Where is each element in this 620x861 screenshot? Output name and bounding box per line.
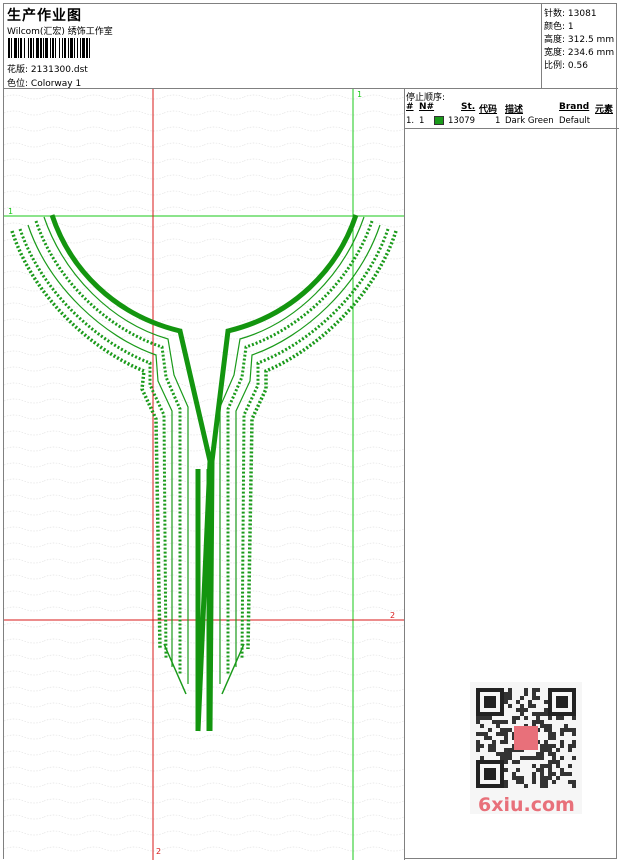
col-header-stitches: St. [461, 102, 476, 112]
guide-label-red-bottom: 2 [156, 847, 162, 856]
row-needle: 1 [419, 116, 425, 126]
row-brand: Default [559, 116, 591, 126]
embroidery-preview [4, 89, 404, 860]
stat-scale-value: 0.56 [567, 61, 588, 71]
watermark-text: 6xiu.com [478, 794, 575, 816]
row-stitches: 13079 [448, 116, 476, 126]
col-header-needle: N# [419, 102, 435, 112]
stat-width-value: 234.6 mm [567, 48, 615, 58]
company-name: Wilcom(汇宏) 绣饰工作室 [7, 27, 113, 37]
row-code: 1 [495, 116, 501, 126]
guide-label-green-top: 1 [357, 90, 363, 99]
col-header-element: 元素 [595, 105, 614, 115]
design-file: 花版: 2131300.dst [7, 62, 88, 75]
barcode [8, 38, 90, 58]
stat-height: 高度: 312.5 mm [544, 32, 614, 45]
row-description: Dark Green [505, 116, 554, 126]
divider [405, 128, 619, 129]
design-canvas: 1 1 2 2 [4, 89, 404, 860]
stat-stitches-label: 针数: [544, 9, 566, 19]
colorway-value: Colorway 1 [30, 79, 82, 89]
stat-stitches-value: 13081 [567, 9, 597, 19]
stat-colors-label: 颜色: [544, 22, 566, 32]
col-header-num: # [406, 102, 414, 112]
col-header-code: 代码 [479, 105, 498, 115]
color-swatch [434, 116, 444, 125]
stat-colors-value: 1 [567, 22, 574, 32]
stat-colors: 颜色: 1 [544, 19, 574, 32]
stat-width: 宽度: 234.6 mm [544, 45, 614, 58]
design-label: 花版: [7, 65, 29, 75]
page-title: 生产作业图 [7, 8, 82, 24]
colorway: 色位: Colorway 1 [7, 76, 81, 89]
stat-width-label: 宽度: [544, 48, 566, 58]
col-header-brand: Brand [559, 102, 590, 112]
stat-stitches: 针数: 13081 [544, 6, 597, 19]
production-worksheet: 生产作业图 Wilcom(汇宏) 绣饰工作室 花版: 2131300.dst 色… [3, 3, 619, 860]
col-header-description: 描述 [505, 105, 524, 115]
stat-scale: 比例: 0.56 [544, 58, 588, 71]
guide-label-red-right: 2 [390, 611, 396, 620]
design-value: 2131300.dst [30, 65, 88, 75]
header-info: 生产作业图 Wilcom(汇宏) 绣饰工作室 花版: 2131300.dst 色… [4, 4, 542, 89]
stat-height-label: 高度: [544, 35, 566, 45]
guide-label-green-left: 1 [8, 207, 14, 216]
design-stats: 针数: 13081 颜色: 1 高度: 312.5 mm 宽度: 234.6 m… [542, 4, 618, 89]
fabric-texture [4, 89, 404, 860]
stat-scale-label: 比例: [544, 61, 566, 71]
colorway-label: 色位: [7, 79, 29, 89]
qr-code [476, 688, 576, 788]
row-num: 1. [406, 116, 415, 126]
stat-height-value: 312.5 mm [567, 35, 615, 45]
